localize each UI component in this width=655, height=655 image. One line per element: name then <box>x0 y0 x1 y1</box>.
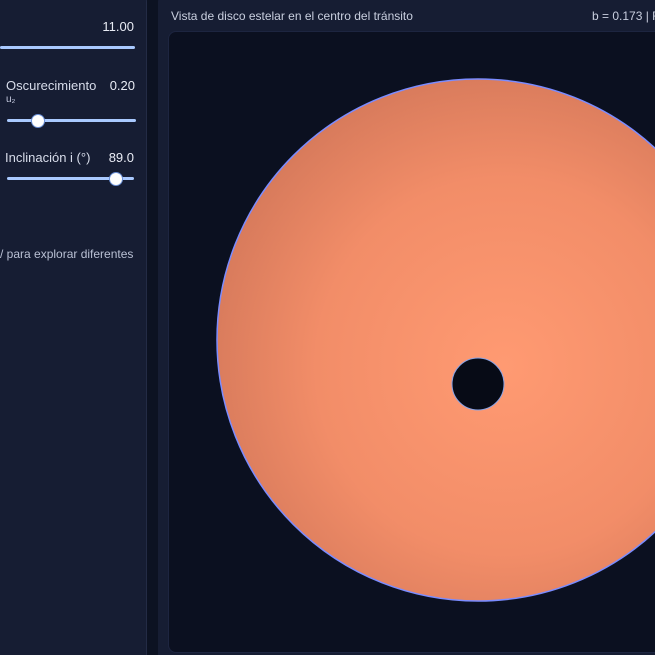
planet-disk <box>451 357 505 411</box>
star-disk <box>216 78 655 602</box>
app-root: { "controls": { "top_value": "11.00", "l… <box>0 0 655 655</box>
stellar-disk-visual <box>216 78 655 602</box>
